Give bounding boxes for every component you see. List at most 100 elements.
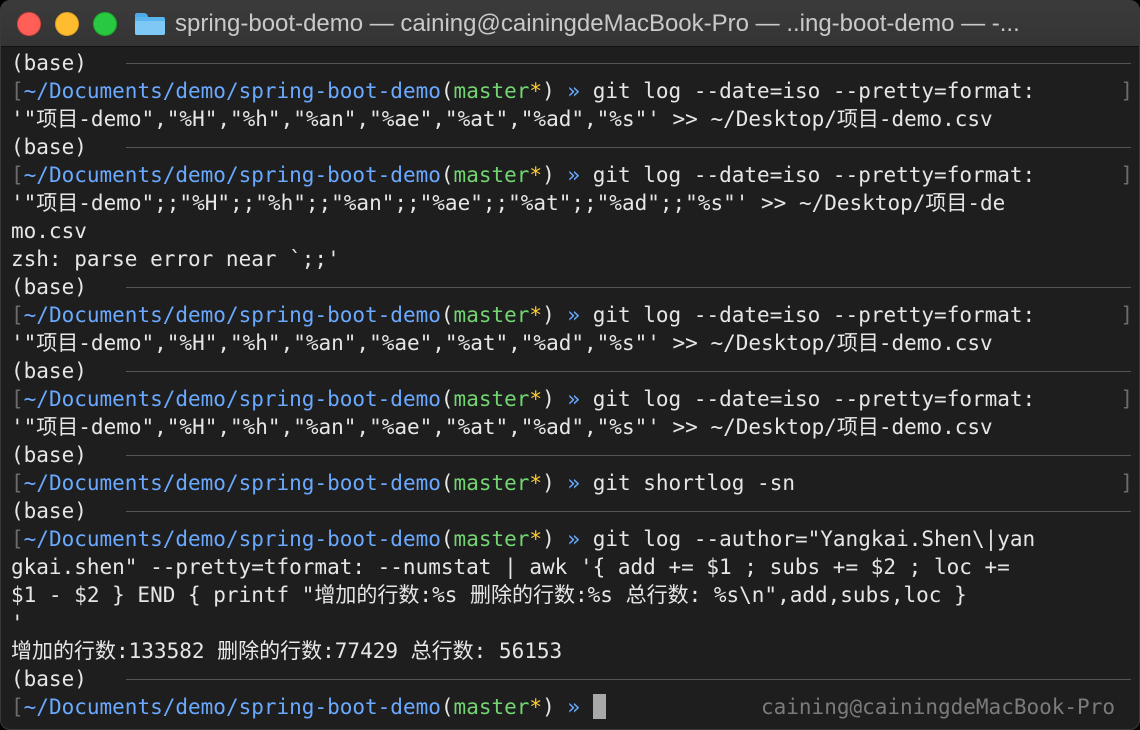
- prompt-directory: ~/Documents/demo/spring-boot-demo: [23, 527, 441, 551]
- text-cursor[interactable]: [592, 694, 606, 719]
- prompt-directory: ~/Documents/demo/spring-boot-demo: [23, 303, 441, 327]
- command-text: git log --date=iso --pretty=format:: [592, 163, 1036, 187]
- output-text: $1 - $2 } END { printf "增加的行数:%s 删除的行数:%…: [11, 583, 967, 607]
- prompt-command-line: [~/Documents/demo/spring-boot-demo(maste…: [11, 469, 1133, 497]
- output-line: ': [11, 609, 1133, 637]
- prompt-command-line: [~/Documents/demo/spring-boot-demo(maste…: [11, 525, 1133, 553]
- git-branch: master: [453, 163, 530, 187]
- folder-icon: [135, 13, 165, 35]
- prompt-base-line: (base): [11, 665, 1133, 693]
- output-line: '"项目-demo","%H","%h","%an","%ae","%at","…: [11, 413, 1133, 441]
- prompt-open-paren: [: [11, 387, 24, 411]
- prompt-open-paren: [: [11, 79, 24, 103]
- prompt-directory: ~/Documents/demo/spring-boot-demo: [23, 387, 441, 411]
- zoom-button[interactable]: [93, 12, 117, 36]
- prompt-divider: [126, 147, 1131, 148]
- prompt-paren: ): [542, 163, 555, 187]
- minimize-button[interactable]: [55, 12, 79, 36]
- prompt-arrow: »: [567, 303, 581, 327]
- prompt-open-paren: [: [11, 303, 24, 327]
- prompt-base-line: (base): [11, 273, 1133, 301]
- conda-env-label: (base): [11, 499, 87, 523]
- prompt-paren: (: [440, 471, 454, 495]
- command-text: git log --date=iso --pretty=format:: [592, 303, 1036, 327]
- git-branch: master: [453, 527, 530, 551]
- output-line: '"项目-demo","%H","%h","%an","%ae","%at","…: [11, 329, 1133, 357]
- output-text: gkai.shen" --pretty=tformat: --numstat |…: [11, 555, 1010, 579]
- git-branch: master: [453, 387, 530, 411]
- output-line: '"项目-demo";;"%H";;"%h";;"%an";;"%ae";;"%…: [11, 189, 1133, 217]
- git-branch: master: [453, 695, 530, 719]
- prompt-directory: ~/Documents/demo/spring-boot-demo: [23, 471, 441, 495]
- prompt-paren: (: [440, 163, 454, 187]
- prompt-directory: ~/Documents/demo/spring-boot-demo: [23, 163, 441, 187]
- prompt-paren: ): [542, 387, 555, 411]
- prompt-base-line: (base): [11, 441, 1133, 469]
- output-text: '"项目-demo";;"%H";;"%h";;"%an";;"%ae";;"%…: [11, 191, 1006, 215]
- prompt-arrow: »: [567, 387, 581, 411]
- output-line: gkai.shen" --pretty=tformat: --numstat |…: [11, 553, 1133, 581]
- prompt-base-line: (base): [11, 497, 1133, 525]
- prompt-right-bracket: ]: [1120, 79, 1133, 103]
- conda-env-label: (base): [11, 51, 87, 75]
- prompt-divider: [126, 455, 1131, 456]
- output-text: ': [11, 611, 24, 635]
- prompt-command-line: [~/Documents/demo/spring-boot-demo(maste…: [11, 385, 1133, 413]
- git-dirty-marker: *: [529, 695, 543, 719]
- git-dirty-marker: *: [529, 303, 543, 327]
- prompt-base-line: (base): [11, 133, 1133, 161]
- command-text: git shortlog -sn: [592, 471, 795, 495]
- prompt-open-paren: [: [11, 471, 24, 495]
- output-text: '"项目-demo","%H","%h","%an","%ae","%at","…: [11, 107, 993, 131]
- prompt-divider: [126, 679, 1131, 680]
- prompt-arrow: »: [567, 79, 581, 103]
- git-branch: master: [453, 303, 530, 327]
- prompt-right-bracket: ]: [1120, 387, 1133, 411]
- window-title-text: spring-boot-demo — caining@cainingdeMacB…: [175, 10, 1020, 37]
- command-text: git log --date=iso --pretty=format:: [592, 387, 1036, 411]
- terminal-output[interactable]: (base) [~/Documents/demo/spring-boot-demo…: [11, 49, 1133, 725]
- prompt-paren: ): [542, 303, 555, 327]
- right-prompt-hostname: caining@cainingdeMacBook-Pro: [760, 695, 1115, 719]
- git-dirty-marker: *: [529, 527, 543, 551]
- prompt-command-line: [~/Documents/demo/spring-boot-demo(maste…: [11, 161, 1133, 189]
- current-prompt-line: [~/Documents/demo/spring-boot-demo(maste…: [11, 693, 1133, 721]
- output-text: 增加的行数:133582 删除的行数:77429 总行数: 56153: [11, 639, 563, 663]
- prompt-paren: (: [440, 79, 454, 103]
- prompt-open-paren: [: [11, 695, 24, 719]
- git-branch: master: [453, 471, 530, 495]
- terminal-window: spring-boot-demo — caining@cainingdeMacB…: [0, 0, 1140, 730]
- prompt-paren: (: [440, 527, 454, 551]
- prompt-paren: (: [440, 695, 454, 719]
- prompt-arrow: »: [567, 695, 581, 719]
- git-branch: master: [453, 79, 530, 103]
- conda-env-label: (base): [11, 667, 87, 691]
- window-title: spring-boot-demo — caining@cainingdeMacB…: [135, 9, 1125, 39]
- prompt-paren: ): [542, 79, 555, 103]
- command-text: git log --author="Yangkai.Shen\|yan: [592, 527, 1036, 551]
- prompt-paren: (: [440, 303, 454, 327]
- output-line: $1 - $2 } END { printf "增加的行数:%s 删除的行数:%…: [11, 581, 1133, 609]
- conda-env-label: (base): [11, 275, 87, 299]
- close-button[interactable]: [17, 12, 41, 36]
- command-text: git log --date=iso --pretty=format:: [592, 79, 1036, 103]
- git-dirty-marker: *: [529, 163, 543, 187]
- conda-env-label: (base): [11, 443, 87, 467]
- prompt-divider: [126, 287, 1131, 288]
- prompt-divider: [126, 511, 1131, 512]
- output-text: mo.csv: [11, 219, 87, 243]
- prompt-divider: [126, 63, 1131, 64]
- prompt-command-line: [~/Documents/demo/spring-boot-demo(maste…: [11, 77, 1133, 105]
- prompt-directory: ~/Documents/demo/spring-boot-demo: [23, 79, 441, 103]
- conda-env-label: (base): [11, 135, 87, 159]
- conda-env-label: (base): [11, 359, 87, 383]
- prompt-paren: ): [542, 471, 555, 495]
- prompt-arrow: »: [567, 471, 581, 495]
- output-line: zsh: parse error near `;;': [11, 245, 1133, 273]
- title-bar[interactable]: spring-boot-demo — caining@cainingdeMacB…: [1, 1, 1139, 47]
- prompt-right-bracket: ]: [1120, 303, 1133, 327]
- output-line: mo.csv: [11, 217, 1133, 245]
- output-line: 增加的行数:133582 删除的行数:77429 总行数: 56153: [11, 637, 1133, 665]
- git-dirty-marker: *: [529, 471, 543, 495]
- output-line: '"项目-demo","%H","%h","%an","%ae","%at","…: [11, 105, 1133, 133]
